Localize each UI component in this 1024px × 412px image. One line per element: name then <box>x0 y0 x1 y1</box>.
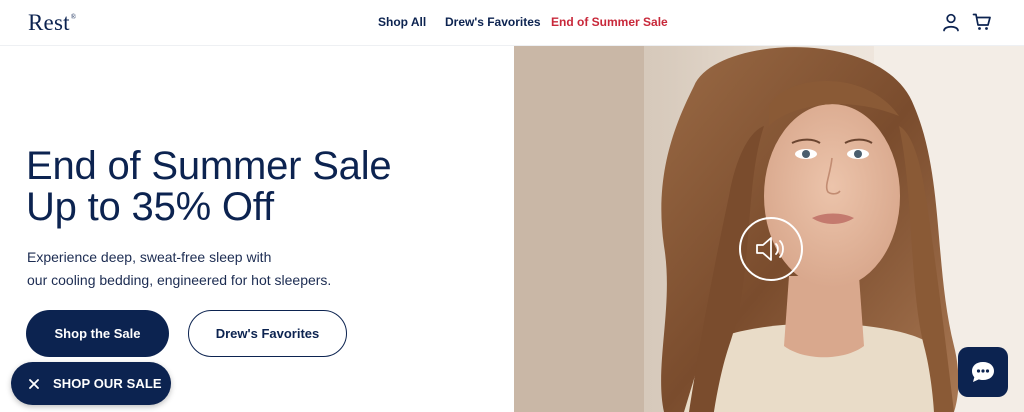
site-header: Rest® Shop All Drew's Favorites End of S… <box>0 0 1024 46</box>
hero-video[interactable] <box>514 46 1024 412</box>
hero-description: Experience deep, sweat-free sleep with o… <box>27 246 331 292</box>
hero-description-line-1: Experience deep, sweat-free sleep with <box>27 249 272 265</box>
drews-favorites-button[interactable]: Drew's Favorites <box>188 310 347 357</box>
close-icon[interactable] <box>27 377 41 391</box>
hero-title: End of Summer Sale Up to 35% Off <box>26 144 392 229</box>
speaker-icon <box>756 237 784 261</box>
hero-title-line-2: Up to 35% Off <box>26 185 274 229</box>
hero-description-line-2: our cooling bedding, engineered for hot … <box>27 272 332 288</box>
chat-bubble-icon <box>972 362 994 382</box>
nav-shop-all[interactable]: Shop All <box>378 15 426 29</box>
nav-end-of-summer-sale[interactable]: End of Summer Sale <box>551 15 668 29</box>
main-nav: Shop All Drew's Favorites End of Summer … <box>0 15 1024 31</box>
chat-button[interactable] <box>958 347 1008 397</box>
sound-toggle-button[interactable] <box>739 217 803 281</box>
shop-our-sale-pill[interactable]: SHOP OUR SALE <box>11 362 171 405</box>
cart-icon[interactable] <box>972 12 992 32</box>
shop-our-sale-label: SHOP OUR SALE <box>53 376 162 391</box>
hero-title-line-1: End of Summer Sale <box>26 144 392 188</box>
user-icon[interactable] <box>941 12 961 32</box>
nav-drews-favorites[interactable]: Drew's Favorites <box>445 15 541 29</box>
shop-the-sale-button[interactable]: Shop the Sale <box>26 310 169 357</box>
